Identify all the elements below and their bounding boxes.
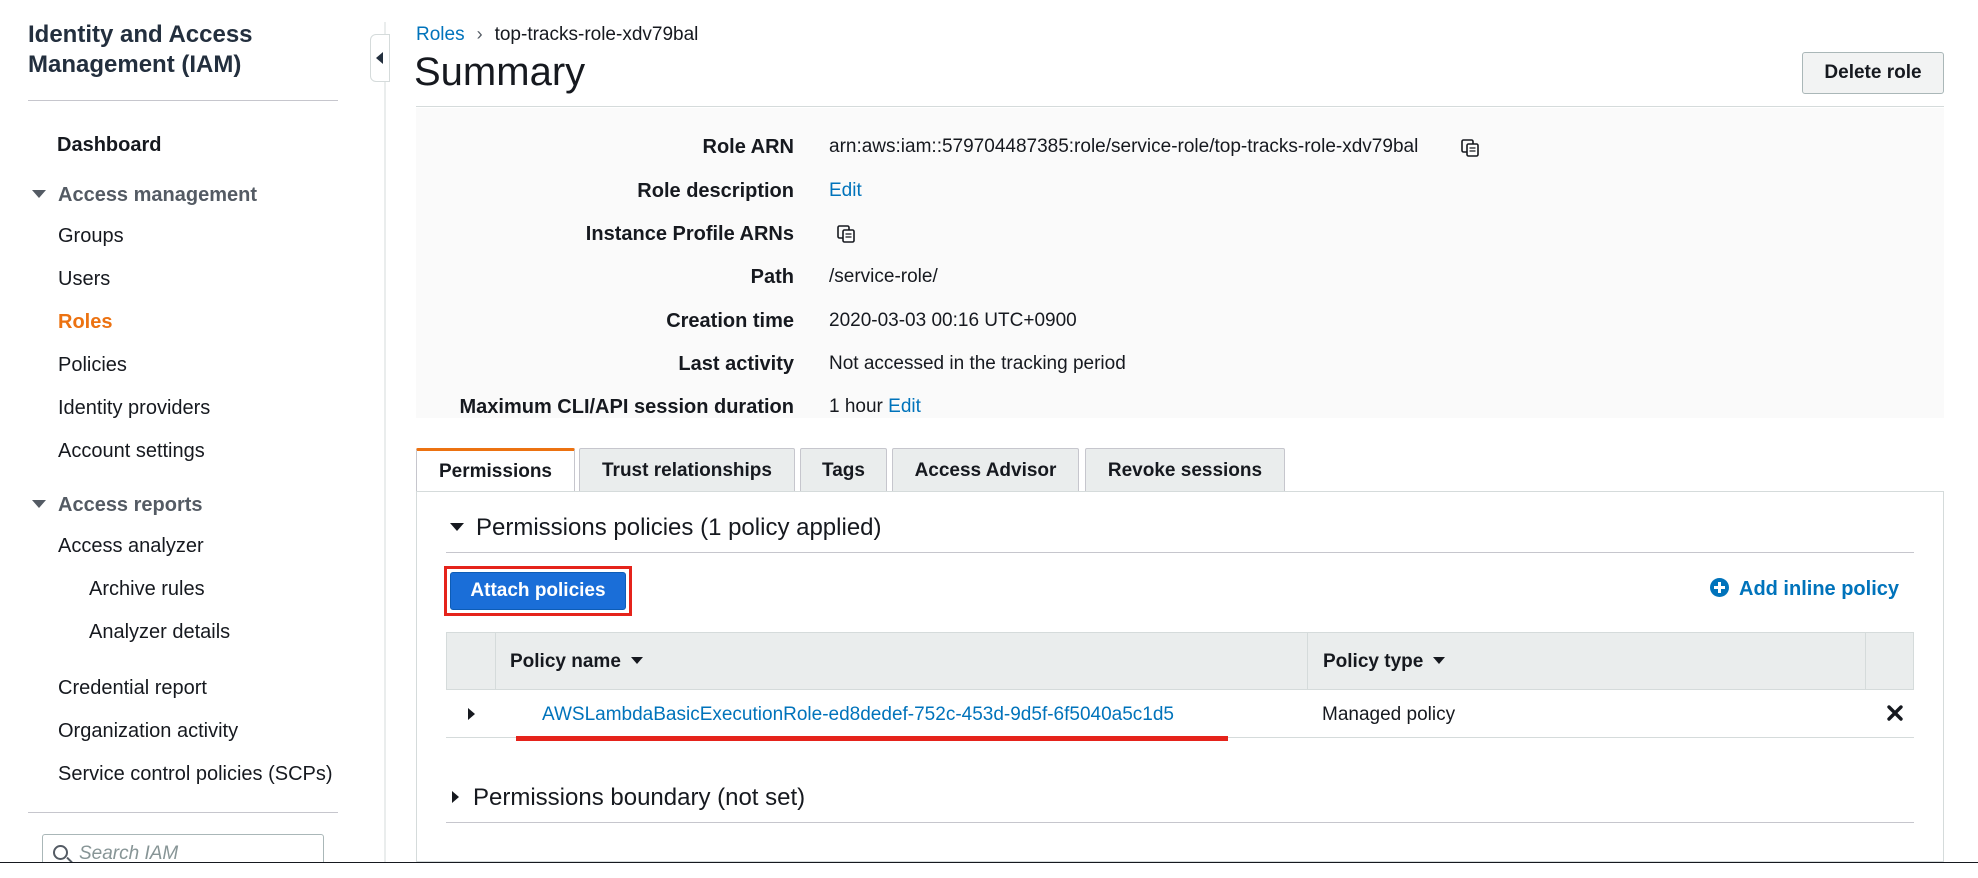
permissions-policies-heading: Permissions policies (1 policy applied) xyxy=(476,514,882,541)
column-label: Policy name xyxy=(510,651,621,672)
sort-caret-icon xyxy=(1433,657,1446,665)
max-session-value: 1 hour xyxy=(829,396,883,417)
column-label: Policy type xyxy=(1323,651,1424,672)
max-session-label: Maximum CLI/API session duration xyxy=(459,396,794,418)
policy-type-value: Managed policy xyxy=(1322,704,1456,725)
add-inline-policy-label: Add inline policy xyxy=(1739,578,1900,600)
sidebar-item-archive-rules[interactable]: Archive rules xyxy=(89,578,205,601)
sidebar-item-users[interactable]: Users xyxy=(58,268,110,291)
sidebar-item-dashboard[interactable]: Dashboard xyxy=(57,134,161,157)
copy-icon[interactable] xyxy=(836,224,856,244)
sidebar-item-access-analyzer[interactable]: Access analyzer xyxy=(58,535,204,558)
column-policy-name[interactable]: Policy name xyxy=(510,651,643,673)
tab-tags[interactable]: Tags xyxy=(800,448,887,492)
caret-right-icon xyxy=(452,790,459,803)
sidebar-item-policies[interactable]: Policies xyxy=(58,354,127,377)
attach-policies-button[interactable]: Attach policies xyxy=(450,572,626,610)
column-divider xyxy=(495,633,496,691)
role-arn-value: arn:aws:iam::579704487385:role/service-r… xyxy=(829,136,1419,157)
path-label: Path xyxy=(750,266,794,288)
role-description-label: Role description xyxy=(637,180,794,202)
column-divider xyxy=(1865,633,1866,691)
tab-revoke-sessions[interactable]: Revoke sessions xyxy=(1085,448,1285,492)
sidebar-divider xyxy=(28,812,338,813)
permissions-boundary-heading: Permissions boundary (not set) xyxy=(473,784,806,811)
caret-down-icon xyxy=(32,189,46,198)
sidebar-edge xyxy=(384,22,386,862)
breadcrumb-current: top-tracks-role-xdv79bal xyxy=(494,24,699,45)
sidebar-item-organization-activity[interactable]: Organization activity xyxy=(58,720,238,743)
column-divider xyxy=(1307,633,1308,691)
sidebar-section-access-reports[interactable]: Access reports xyxy=(32,494,203,517)
plus-circle-icon xyxy=(1710,578,1729,598)
policy-name-link[interactable]: AWSLambdaBasicExecutionRole-ed8dedef-752… xyxy=(542,704,1174,726)
delete-role-button[interactable]: Delete role xyxy=(1802,52,1944,94)
role-description-edit-link[interactable]: Edit xyxy=(829,180,862,202)
last-activity-label: Last activity xyxy=(678,353,794,375)
breadcrumb-roles-link[interactable]: Roles xyxy=(416,24,465,45)
section-divider xyxy=(446,822,1914,823)
highlight-underline xyxy=(516,736,1228,741)
sidebar: Identity and Access Management (IAM) Das… xyxy=(0,0,372,874)
search-icon xyxy=(53,845,68,860)
breadcrumb: Roles › top-tracks-role-xdv79bal xyxy=(416,24,698,46)
sidebar-title: Identity and Access Management (IAM) xyxy=(28,21,253,78)
sidebar-item-roles[interactable]: Roles xyxy=(58,311,112,334)
collapse-sidebar-button[interactable] xyxy=(370,34,390,82)
sort-caret-icon xyxy=(630,657,643,665)
permissions-boundary-header[interactable]: Permissions boundary (not set) xyxy=(452,784,805,812)
path-value: /service-role/ xyxy=(829,266,938,287)
creation-time-value: 2020-03-03 00:16 UTC+0900 xyxy=(829,310,1077,331)
caret-down-icon xyxy=(32,499,46,508)
role-arn-label: Role ARN xyxy=(702,136,794,158)
table-row: AWSLambdaBasicExecutionRole-ed8dedef-752… xyxy=(446,690,1914,738)
sidebar-section-access-management[interactable]: Access management xyxy=(32,184,257,207)
caret-right-icon[interactable] xyxy=(468,708,475,720)
permissions-policies-header[interactable]: Permissions policies (1 policy applied) xyxy=(450,514,882,542)
sidebar-section-label: Access management xyxy=(58,184,257,206)
tab-permissions[interactable]: Permissions xyxy=(416,448,575,493)
last-activity-value: Not accessed in the tracking period xyxy=(829,353,1126,374)
max-session-edit-link[interactable]: Edit xyxy=(888,396,921,417)
copy-icon[interactable] xyxy=(1460,138,1480,158)
sidebar-item-account-settings[interactable]: Account settings xyxy=(58,440,205,463)
add-inline-policy-link[interactable]: Add inline policy xyxy=(1710,578,1899,601)
tab-access-advisor[interactable]: Access Advisor xyxy=(892,448,1079,492)
max-session-field: 1 hour Edit xyxy=(829,396,921,418)
column-policy-type[interactable]: Policy type xyxy=(1323,651,1446,673)
sidebar-item-scps[interactable]: Service control policies (SCPs) xyxy=(58,763,333,786)
sidebar-item-groups[interactable]: Groups xyxy=(58,225,124,248)
chevron-right-icon: › xyxy=(476,24,483,44)
sidebar-item-identity-providers[interactable]: Identity providers xyxy=(58,397,210,420)
sidebar-item-analyzer-details[interactable]: Analyzer details xyxy=(89,621,230,644)
section-divider xyxy=(446,552,1914,553)
caret-down-icon xyxy=(450,522,464,531)
title-divider xyxy=(416,106,1944,107)
tab-trust-relationships[interactable]: Trust relationships xyxy=(579,448,795,492)
sidebar-divider xyxy=(28,100,338,101)
summary-panel: Role ARN arn:aws:iam::579704487385:role/… xyxy=(416,108,1944,418)
policy-table-header: Policy name Policy type xyxy=(446,632,1914,691)
window-bottom-edge xyxy=(0,862,1978,878)
sidebar-item-credential-report[interactable]: Credential report xyxy=(58,677,207,700)
instance-profile-arns-label: Instance Profile ARNs xyxy=(585,223,794,245)
sidebar-section-label: Access reports xyxy=(58,494,203,516)
page-title: Summary xyxy=(414,50,586,94)
creation-time-label: Creation time xyxy=(666,310,794,332)
close-icon[interactable] xyxy=(1884,702,1906,724)
